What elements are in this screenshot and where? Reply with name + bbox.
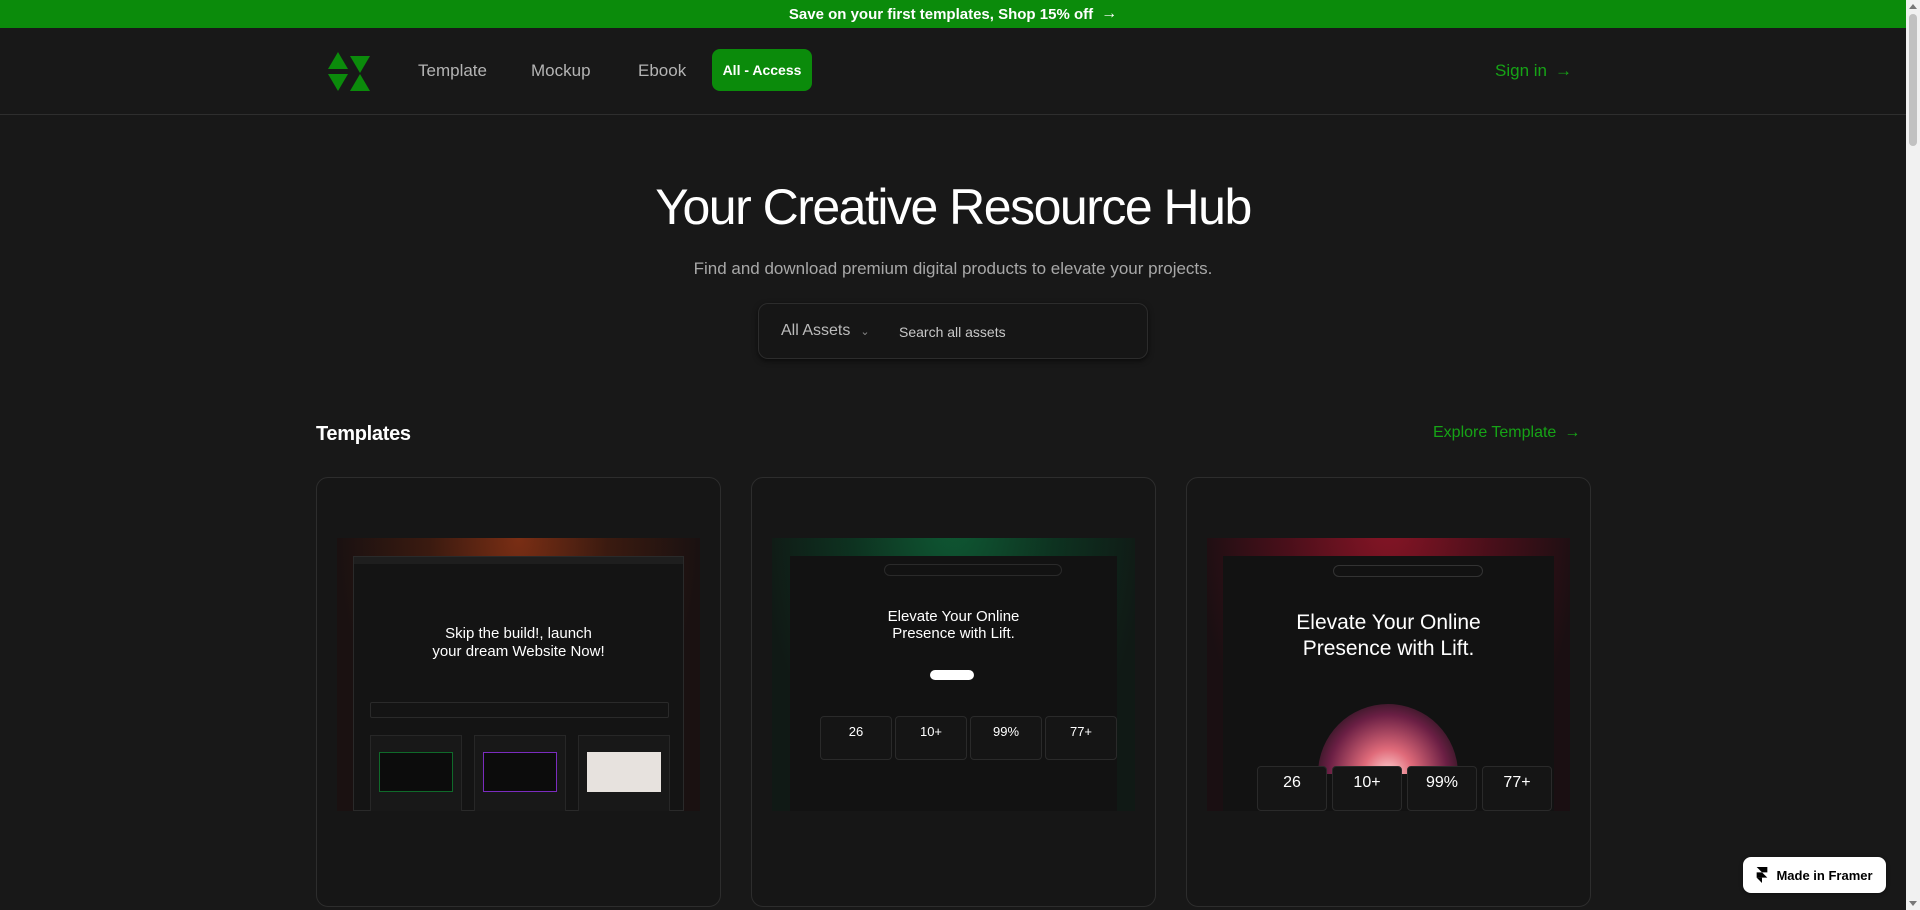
scrollbar-thumb[interactable] xyxy=(1909,14,1917,146)
hero-title: Your Creative Resource Hub xyxy=(655,179,1252,235)
made-in-framer-badge[interactable]: Made in Framer xyxy=(1743,857,1886,893)
page-scrollbar[interactable] xyxy=(1906,0,1920,910)
template-card-1[interactable]: Skip the build!, launch your dream Websi… xyxy=(316,477,721,907)
arrow-right-icon: → xyxy=(1554,61,1572,80)
preview-stat: 26 xyxy=(820,716,892,760)
nav-link-ebook[interactable]: Ebook xyxy=(638,61,686,81)
preview-stat: 77+ xyxy=(1482,766,1552,811)
arrow-right-icon: → xyxy=(1101,5,1118,22)
brand-logo[interactable] xyxy=(326,52,372,92)
preview-stat: 26 xyxy=(1257,766,1327,811)
template-preview-image: Skip the build!, launch your dream Websi… xyxy=(337,538,700,811)
preview-stat: 10+ xyxy=(1332,766,1402,811)
templates-section-title: Templates xyxy=(316,423,411,445)
preview-headline: Elevate Your Online Presence with Lift. xyxy=(1296,611,1481,660)
template-card-2[interactable]: Elevate Your Online Presence with Lift. … xyxy=(751,477,1156,907)
explore-template-link[interactable]: Explore Template → xyxy=(1433,424,1580,442)
template-preview-image: Elevate Your Online Presence with Lift. … xyxy=(772,538,1135,811)
arrow-right-icon: → xyxy=(1564,424,1581,441)
template-card-3[interactable]: Elevate Your Online Presence with Lift. … xyxy=(1186,477,1591,907)
scroll-down-arrow-icon[interactable] xyxy=(1909,901,1917,906)
all-access-button[interactable]: All - Access xyxy=(712,49,812,91)
preview-stat: 99% xyxy=(970,716,1042,760)
made-in-framer-label: Made in Framer xyxy=(1776,867,1873,883)
sign-in-link[interactable]: Sign in → xyxy=(1495,61,1572,81)
preview-headline: Skip the build!, launch your dream Websi… xyxy=(432,625,605,660)
promo-banner[interactable]: Save on your first templates, Shop 15% o… xyxy=(0,0,1906,28)
category-select-value: All Assets xyxy=(781,322,851,339)
top-nav: Template Mockup Ebook All - Access Sign … xyxy=(0,28,1906,115)
explore-template-label: Explore Template xyxy=(1433,424,1557,441)
chevron-down-icon: ⌄ xyxy=(860,325,870,338)
nav-link-template[interactable]: Template xyxy=(418,61,487,81)
search-input[interactable] xyxy=(899,314,1129,350)
sign-in-label: Sign in xyxy=(1495,61,1547,80)
preview-stat: 99% xyxy=(1407,766,1477,811)
preview-stat: 10+ xyxy=(895,716,967,760)
scroll-up-arrow-icon[interactable] xyxy=(1909,4,1917,9)
promo-text: Save on your first templates, Shop 15% o… xyxy=(788,5,1094,23)
preview-stat: 77+ xyxy=(1045,716,1117,760)
hero-subtitle: Find and download premium digital produc… xyxy=(693,259,1213,278)
asset-search-bar: All Assets ⌄ xyxy=(758,303,1148,359)
framer-logo-icon xyxy=(1757,867,1768,883)
nav-link-mockup[interactable]: Mockup xyxy=(531,61,591,81)
preview-headline: Elevate Your Online Presence with Lift. xyxy=(887,608,1020,642)
category-select[interactable]: All Assets ⌄ xyxy=(781,322,870,340)
template-preview-image: Elevate Your Online Presence with Lift. … xyxy=(1207,538,1570,811)
